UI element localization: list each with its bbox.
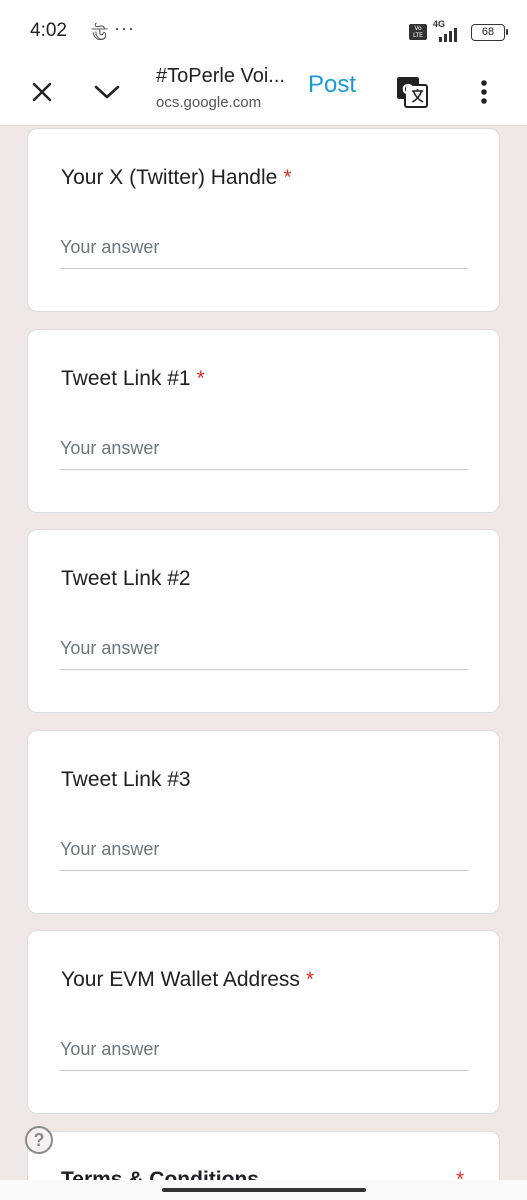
more-vert-icon[interactable] (462, 70, 506, 114)
answer-input[interactable] (60, 434, 468, 470)
question-label: Your EVM Wallet Address * (61, 968, 315, 991)
battery-icon: 68 (471, 23, 508, 41)
question-label: Tweet Link #2 (61, 567, 191, 590)
question-card: Your EVM Wallet Address * (27, 930, 500, 1114)
answer-input[interactable] (60, 233, 468, 269)
required-marker: * (196, 367, 205, 390)
signal-icon: 4G (433, 19, 465, 42)
question-label: Tweet Link #3 (61, 768, 191, 791)
more-notifications-icon: ··· (114, 18, 135, 38)
answer-input[interactable] (60, 835, 468, 871)
question-card: Tweet Link #3 (27, 730, 500, 914)
page-title: #ToPerle Voi... (156, 65, 285, 87)
question-card: Tweet Link #1 * (27, 329, 500, 513)
required-marker: * (283, 166, 292, 189)
volte-icon: Vo LTE (409, 24, 427, 40)
required-marker: * (305, 968, 315, 991)
close-icon[interactable] (20, 70, 64, 114)
question-label: Your X (Twitter) Handle * (61, 166, 292, 189)
notification-icon: ঊ (92, 24, 108, 44)
home-handle[interactable] (162, 1188, 366, 1192)
translate-icon[interactable]: G (390, 70, 434, 114)
status-time: 4:02 (30, 20, 67, 41)
post-button[interactable]: Post (300, 71, 364, 101)
status-indicators: Vo LTE 4G 68 (409, 19, 508, 44)
question-label: Tweet Link #1 * (61, 367, 205, 390)
question-card: Your X (Twitter) Handle * (27, 128, 500, 312)
status-bar: 4:02 ঊ ··· Vo LTE 4G 68 (0, 0, 527, 60)
page-url: ocs.google.com (156, 94, 262, 111)
chevron-down-icon[interactable] (85, 70, 129, 114)
answer-input[interactable] (60, 634, 468, 670)
gesture-nav-bar (0, 1180, 527, 1200)
help-icon[interactable]: ? (25, 1126, 53, 1154)
answer-input[interactable] (60, 1035, 468, 1071)
svg-text:G: G (402, 81, 414, 98)
browser-toolbar: #ToPerle Voi... ocs.google.com Post G (0, 60, 527, 126)
question-card: Tweet Link #2 (27, 529, 500, 713)
